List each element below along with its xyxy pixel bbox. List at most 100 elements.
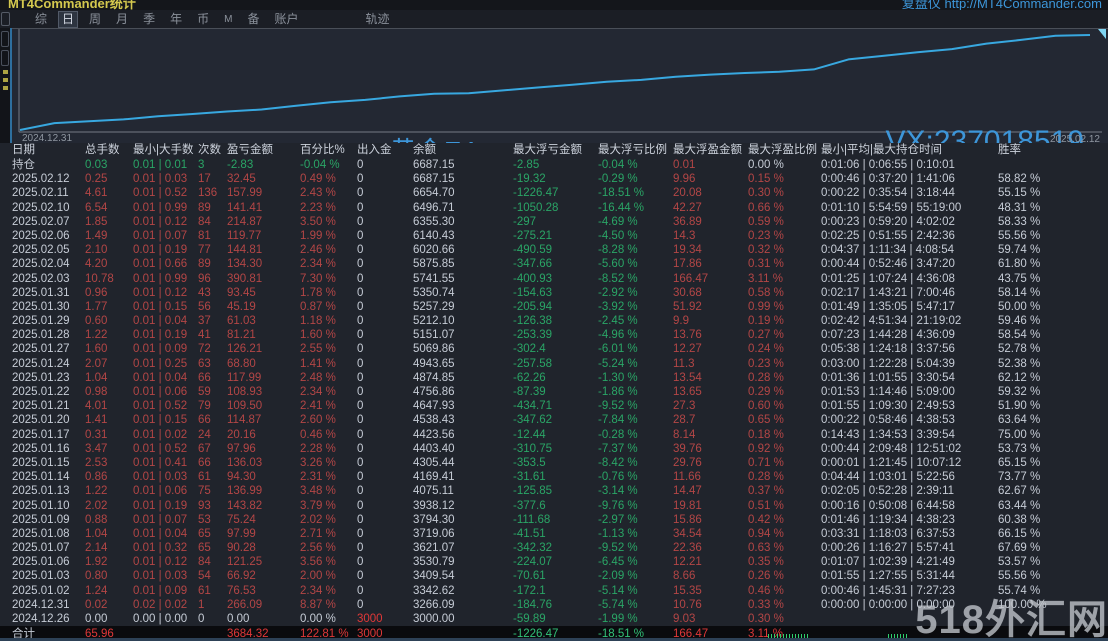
table-row[interactable]: 2025.02.12 0.25 0.01 | 0.03 17 32.45 0.49 % 0 6…	[0, 172, 1108, 186]
table-cell: 3.47	[85, 442, 108, 455]
table-cell: 0.01 | 0.52	[133, 400, 188, 413]
sidebar-tool-icon[interactable]	[1, 50, 9, 66]
table-row[interactable]: 2025.02.03 10.78 0.01 | 0.99 96 390.81 7.30 %…	[0, 272, 1108, 286]
table-cell: 0:01:49 | 1:35:05 | 5:47:17	[821, 300, 955, 313]
table-cell: 1.49	[85, 229, 108, 242]
table-cell: 2025.01.24	[12, 357, 70, 370]
menu-item-年[interactable]: 年	[167, 12, 185, 27]
menu-item-综[interactable]: 综	[32, 12, 50, 27]
menu-item-M[interactable]: M	[221, 12, 235, 27]
table-cell: 15.86	[673, 513, 702, 526]
table-cell: 0.01 | 0.09	[133, 584, 188, 597]
table-cell: 17	[198, 173, 211, 186]
table-cell: -70.61	[513, 570, 546, 583]
table-cell: 0.01 | 0.15	[133, 414, 188, 427]
table-cell: 58.14 %	[998, 286, 1041, 299]
menu-item-季[interactable]: 季	[140, 12, 158, 27]
table-cell: 34.54	[673, 527, 702, 540]
table-cell: 2.53	[85, 456, 108, 469]
table-row[interactable]: 2025.01.30 1.77 0.01 | 0.15 56 45.19 0.87 % 0 5…	[0, 300, 1108, 314]
table-row[interactable]: 2025.01.31 0.96 0.01 | 0.12 43 93.45 1.78 % 0 5…	[0, 286, 1108, 300]
sidebar-tool-icon[interactable]	[1, 31, 9, 47]
menu-item-周[interactable]: 周	[86, 12, 104, 27]
table-cell: 0.33 %	[748, 598, 784, 611]
table-row[interactable]: 2025.01.09 0.88 0.01 | 0.07 53 75.24 2.02 % 0 3…	[0, 513, 1108, 527]
table-row[interactable]: 2025.02.04 4.20 0.01 | 0.66 89 134.30 2.34 % 0…	[0, 257, 1108, 271]
table-cell: 0.31	[85, 428, 108, 441]
table-row[interactable]: 2025.01.28 1.22 0.01 | 0.19 41 81.21 1.60 % 0 5…	[0, 328, 1108, 342]
table-row[interactable]: 2025.01.20 1.41 0.01 | 0.15 66 114.87 2.60 % 0…	[0, 413, 1108, 427]
table-row[interactable]: 2025.02.07 1.85 0.01 | 0.12 84 214.87 3.50 % 0…	[0, 215, 1108, 229]
table-row[interactable]: 2025.01.16 3.47 0.01 | 0.52 67 97.96 2.28 % 0 4…	[0, 442, 1108, 456]
table-row[interactable]: 2025.02.06 1.49 0.01 | 0.07 81 119.77 1.99 % 0…	[0, 229, 1108, 243]
table-row[interactable]: 2025.01.13 1.22 0.01 | 0.06 75 136.99 3.48 % 0…	[0, 484, 1108, 498]
table-row[interactable]: 2025.02.05 2.10 0.01 | 0.19 77 144.81 2.46 % 0…	[0, 243, 1108, 257]
column-header[interactable]: 最小|平均|最大持仓时间	[821, 143, 998, 158]
table-row[interactable]: 2025.01.06 1.92 0.01 | 0.12 84 121.25 3.56 % 0…	[0, 555, 1108, 569]
column-header[interactable]: 最大浮盈比例	[748, 143, 821, 158]
table-cell: 0	[357, 485, 364, 498]
table-row[interactable]: 2025.01.14 0.86 0.01 | 0.03 61 94.30 2.31 % 0 4…	[0, 470, 1108, 484]
table-cell: -8.42 %	[598, 456, 638, 469]
column-header[interactable]: 胜率	[998, 143, 1108, 158]
table-cell: 6.54	[85, 201, 108, 214]
table-cell: -490.59	[513, 244, 553, 257]
table-cell: 81.21	[227, 329, 256, 342]
table-cell: 1.85	[85, 215, 108, 228]
table-cell: 2.60 %	[300, 414, 336, 427]
column-header[interactable]: 余额	[413, 143, 513, 158]
table-cell: 61.80 %	[998, 258, 1041, 271]
table-row[interactable]: 2025.01.27 1.60 0.01 | 0.09 72 126.21 2.55 % 0…	[0, 342, 1108, 356]
table-cell: 77	[198, 244, 211, 257]
table-cell: 66	[198, 456, 211, 469]
menu-item-账户[interactable]: 账户	[271, 12, 301, 27]
column-header[interactable]: 最大浮盈金额	[673, 143, 748, 158]
table-row[interactable]: 2025.02.11 4.61 0.01 | 0.52 136 157.99 2.43 %…	[0, 186, 1108, 200]
table-cell: 65.15 %	[998, 456, 1041, 469]
table-row[interactable]: 2025.01.22 0.98 0.01 | 0.06 59 108.93 2.34 % 0…	[0, 385, 1108, 399]
table-cell: 32.45	[227, 173, 256, 186]
table-cell: 1.04	[85, 371, 108, 384]
menu-corner-icon[interactable]	[1, 12, 10, 26]
table-cell: -2.09 %	[598, 570, 638, 583]
table-row[interactable]: 2025.01.17 0.31 0.01 | 0.02 24 20.16 0.46 % 0 4…	[0, 428, 1108, 442]
column-header[interactable]: 盈亏金额	[227, 143, 300, 158]
table-row[interactable]: 2025.01.07 2.14 0.01 | 0.32 65 90.28 2.56 % 0 3…	[0, 541, 1108, 555]
table-cell: 0.37 %	[748, 485, 784, 498]
column-header[interactable]: 最大浮亏金额	[513, 143, 598, 158]
table-row[interactable]: 2025.01.29 0.60 0.01 | 0.04 37 61.03 1.18 % 0 5…	[0, 314, 1108, 328]
table-cell: 0.01 | 0.19	[133, 244, 188, 257]
table-row[interactable]: 2025.02.10 6.54 0.01 | 0.99 89 141.41 2.23 % 0…	[0, 201, 1108, 215]
table-row[interactable]: 2025.01.10 2.02 0.01 | 0.19 93 143.82 3.79 % 0…	[0, 499, 1108, 513]
menu-item-备[interactable]: 备	[244, 12, 262, 27]
menu-item-日[interactable]: 日	[58, 10, 79, 28]
table-cell: 84	[198, 215, 211, 228]
table-cell: 4.01	[85, 400, 108, 413]
table-row[interactable]: 2025.01.03 0.80 0.01 | 0.03 54 66.92 2.00 % 0 3…	[0, 569, 1108, 583]
table-row[interactable]: 2025.01.21 4.01 0.01 | 0.52 79 109.50 2.41 % 0…	[0, 399, 1108, 413]
table-cell: -12.44	[513, 428, 546, 441]
menu-item-月[interactable]: 月	[113, 12, 131, 27]
column-header[interactable]: 出入金	[357, 143, 413, 158]
table-cell: 0.01 | 0.06	[133, 386, 188, 398]
table-cell: 0.01 | 0.09	[133, 343, 188, 356]
table-row[interactable]: 2025.01.15 2.53 0.01 | 0.41 66 136.03 3.26 % 0…	[0, 456, 1108, 470]
table-cell: 0	[357, 598, 364, 611]
column-header[interactable]: 次数	[198, 143, 227, 158]
menu-item-track[interactable]: 轨迹	[362, 12, 392, 27]
table-row[interactable]: 持仓 0.03 0.01 | 0.01 3 -2.83 -0.04 % 0 6687.15 -2…	[0, 158, 1108, 172]
column-header[interactable]: 最小|大手数	[133, 143, 198, 158]
column-header[interactable]: 最大浮亏比例	[598, 143, 673, 158]
column-header[interactable]: 日期	[12, 143, 85, 158]
table-row[interactable]: 2025.01.24 2.07 0.01 | 0.25 63 68.80 1.41 % 0 4…	[0, 357, 1108, 371]
equity-chart-pane[interactable]: 黄金EA VX:237018519 2024.12.31 2025.02.12	[0, 28, 1108, 166]
table-cell: 0.96	[85, 286, 108, 299]
column-header[interactable]: 总手数	[85, 143, 133, 158]
table-cell: -310.75	[513, 442, 553, 455]
table-row[interactable]: 2025.01.23 1.04 0.01 | 0.04 66 117.99 2.48 % 0…	[0, 371, 1108, 385]
table-row[interactable]: 2025.01.08 1.04 0.01 | 0.04 65 97.99 2.71 % 0 3…	[0, 527, 1108, 541]
column-header[interactable]: 百分比%	[300, 143, 357, 158]
table-cell: 97.99	[227, 527, 256, 540]
menu-item-币[interactable]: 币	[194, 12, 212, 27]
table-cell	[998, 158, 1108, 172]
